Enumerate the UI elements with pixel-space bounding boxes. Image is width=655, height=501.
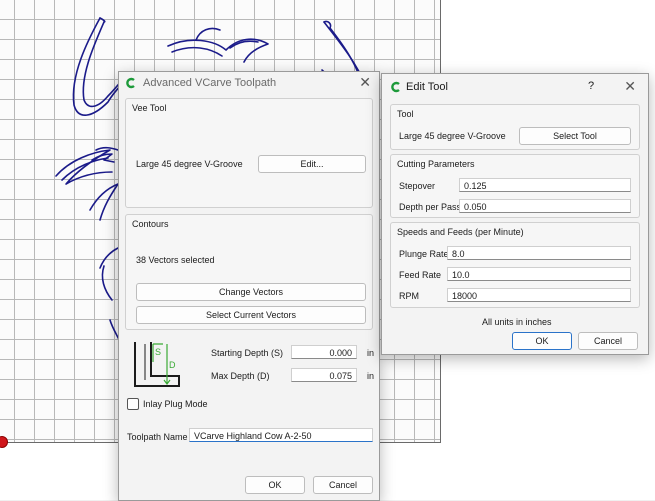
dialog-title: Advanced VCarve Toolpath (143, 77, 277, 89)
advanced-dialog-titlebar[interactable]: Advanced VCarve Toolpath ✕ (119, 72, 379, 94)
ok-button[interactable]: OK (245, 476, 305, 494)
max-depth-label: Max Depth (D) (211, 371, 270, 381)
vectors-selected-status: 38 Vectors selected (136, 255, 215, 265)
feed-rate-label: Feed Rate (399, 270, 442, 280)
contours-group: Contours 38 Vectors selected Change Vect… (125, 214, 373, 330)
close-icon[interactable]: ✕ (624, 78, 636, 95)
edit-tool-dialog: Edit Tool ? ✕ Tool Large 45 degree V-Gro… (381, 73, 649, 355)
stepover-label: Stepover (399, 181, 436, 191)
group-label: Speeds and Feeds (per Minute) (397, 227, 524, 237)
rpm-label: RPM (399, 291, 419, 301)
vcarve-app-icon (391, 81, 400, 93)
plunge-rate-input[interactable]: 8.0 (447, 246, 631, 260)
max-depth-unit: in (367, 371, 375, 381)
depth-per-pass-input[interactable]: 0.050 (459, 199, 631, 213)
close-icon[interactable]: ✕ (359, 74, 371, 91)
select-current-vectors-button[interactable]: Select Current Vectors (136, 306, 366, 324)
depth-diagram: S D (134, 342, 180, 387)
toolpath-name-label: Toolpath Name (127, 432, 188, 442)
tool-group: Tool Large 45 degree V-Groove Select Too… (390, 104, 640, 150)
ok-button[interactable]: OK (512, 332, 572, 350)
rpm-input[interactable]: 18000 (447, 288, 631, 302)
feed-rate-input[interactable]: 10.0 (447, 267, 631, 281)
tool-name-label: Large 45 degree V-Groove (136, 159, 243, 169)
group-label: Cutting Parameters (397, 159, 475, 169)
toolpath-name-input[interactable]: VCarve Highland Cow A-2-50 (189, 428, 373, 442)
starting-depth-input[interactable]: 0.000 (291, 345, 357, 359)
help-icon[interactable]: ? (588, 80, 594, 92)
inlay-plug-mode-label: Inlay Plug Mode (143, 399, 208, 409)
plunge-rate-label: Plunge Rate (399, 249, 449, 259)
speeds-feeds-group: Speeds and Feeds (per Minute) Plunge Rat… (390, 222, 640, 308)
edit-tool-titlebar[interactable]: Edit Tool ? ✕ (382, 74, 648, 100)
units-note: All units in inches (482, 317, 552, 327)
starting-depth-unit: in (367, 348, 375, 358)
origin-marker[interactable] (0, 436, 8, 448)
diagram-s-label: S (155, 347, 161, 357)
max-depth-input[interactable]: 0.075 (291, 368, 357, 382)
group-label: Tool (397, 109, 414, 119)
select-tool-button[interactable]: Select Tool (519, 127, 631, 145)
depth-per-pass-label: Depth per Pass (399, 202, 462, 212)
dialog-title: Edit Tool (406, 81, 448, 93)
starting-depth-label: Starting Depth (S) (211, 348, 284, 358)
advanced-vcarve-dialog: Advanced VCarve Toolpath ✕ Vee Tool Larg… (118, 71, 380, 501)
vee-tool-group: Vee Tool Large 45 degree V-Groove Edit..… (125, 98, 373, 208)
cancel-button[interactable]: Cancel (313, 476, 373, 494)
cutting-parameters-group: Cutting Parameters Stepover 0.125 Depth … (390, 154, 640, 218)
diagram-d-label: D (169, 360, 176, 370)
group-label: Vee Tool (132, 103, 167, 113)
edit-tool-button[interactable]: Edit... (258, 155, 366, 173)
tool-name-label: Large 45 degree V-Groove (399, 131, 506, 141)
change-vectors-button[interactable]: Change Vectors (136, 283, 366, 301)
stepover-input[interactable]: 0.125 (459, 178, 631, 192)
group-label: Contours (132, 219, 169, 229)
cancel-button[interactable]: Cancel (578, 332, 638, 350)
inlay-plug-mode-checkbox[interactable] (127, 398, 139, 410)
vcarve-app-icon (126, 77, 135, 89)
